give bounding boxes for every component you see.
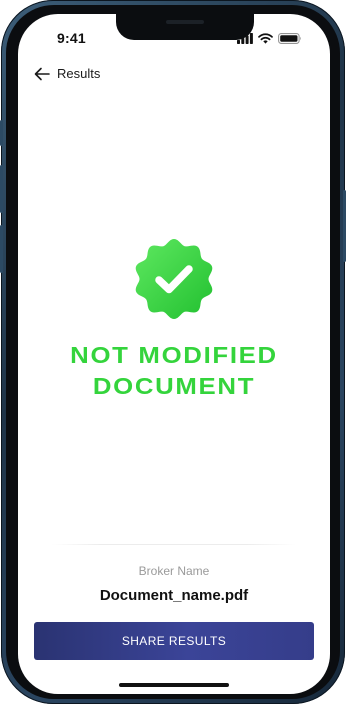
result-title-line1: NOT MODIFIED [70,342,278,368]
battery-icon [278,32,301,44]
result-title: NOT MODIFIED DOCUMENT [18,340,330,402]
share-results-button[interactable]: SHARE RESULTS [34,622,314,660]
phone-side-button [0,120,3,146]
broker-name: Broker Name [138,564,210,578]
status-time: 9:41 [57,30,86,46]
back-button[interactable]: Results [34,66,100,81]
back-label: Results [57,66,101,81]
phone-side-button [0,165,3,213]
divider [52,544,296,545]
arrow-left-icon [34,67,50,80]
phone-side-button [343,190,346,262]
earpiece-speaker [166,20,204,24]
document-file-name: Document_name.pdf [99,587,249,604]
home-indicator[interactable] [119,683,229,687]
result-title-line2: DOCUMENT [92,373,256,399]
notch [116,14,254,40]
share-results-label: SHARE RESULTS [121,634,227,648]
signal-icon [237,32,253,44]
wifi-icon [258,32,273,44]
verified-badge-icon [133,238,215,320]
status-icons [237,32,302,44]
phone-side-button [0,225,3,273]
app-screen: 9:41 Results NOT MODIFIED DOCUMENT Broke… [18,14,330,694]
